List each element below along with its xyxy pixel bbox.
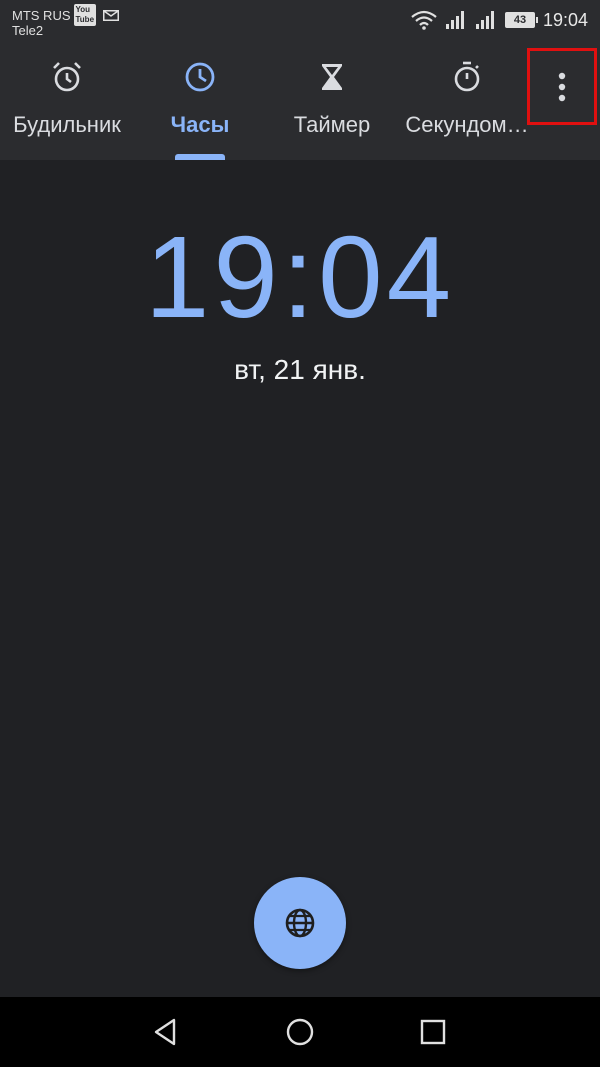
home-icon[interactable] [282,1014,318,1050]
clock-icon [185,62,215,92]
status-time: 19:04 [542,9,588,30]
tab-alarm-label: Будильник [13,112,121,137]
wifi-icon [411,10,437,30]
carrier-secondary: Tele2 [12,23,44,38]
main-clock-date: вт, 21 янв. [234,354,366,385]
active-tab-indicator [175,154,225,160]
tab-stopwatch[interactable]: Секундом… [398,48,536,160]
alarm-icon [53,62,81,92]
signal-icon [445,11,464,29]
tab-timer[interactable]: Таймер [282,48,382,160]
more-vert-icon [558,72,566,101]
message-icon [103,9,120,21]
stopwatch-icon [454,61,480,92]
recents-icon[interactable] [415,1014,451,1050]
globe-icon [285,908,315,938]
carrier-primary-label: MTS RUS [12,7,71,23]
hourglass-icon [322,64,342,90]
world-clock-button[interactable] [254,877,346,969]
battery-icon: 43 [504,12,538,28]
tab-timer-label: Таймер [293,112,371,137]
back-icon[interactable] [148,1014,184,1050]
youtube-badge-icon: You Tube [73,4,97,26]
tab-clock[interactable]: Часы [140,48,260,160]
main-clock-time: 19:04 [144,212,456,342]
tab-alarm[interactable]: Будильник [0,48,134,160]
navigation-bar [0,997,600,1067]
status-bar: MTS RUS You Tube Tele2 43 19:04 [0,0,600,48]
tab-stopwatch-label: Секундом… [405,112,529,137]
battery-level: 43 [513,14,527,26]
more-options-button[interactable] [527,48,597,125]
tab-clock-label: Часы [170,112,230,137]
status-icons: 43 19:04 [411,8,588,32]
tab-bar: Будильник Часы Таймер Секундом… [0,48,600,160]
signal-icon [475,11,494,29]
